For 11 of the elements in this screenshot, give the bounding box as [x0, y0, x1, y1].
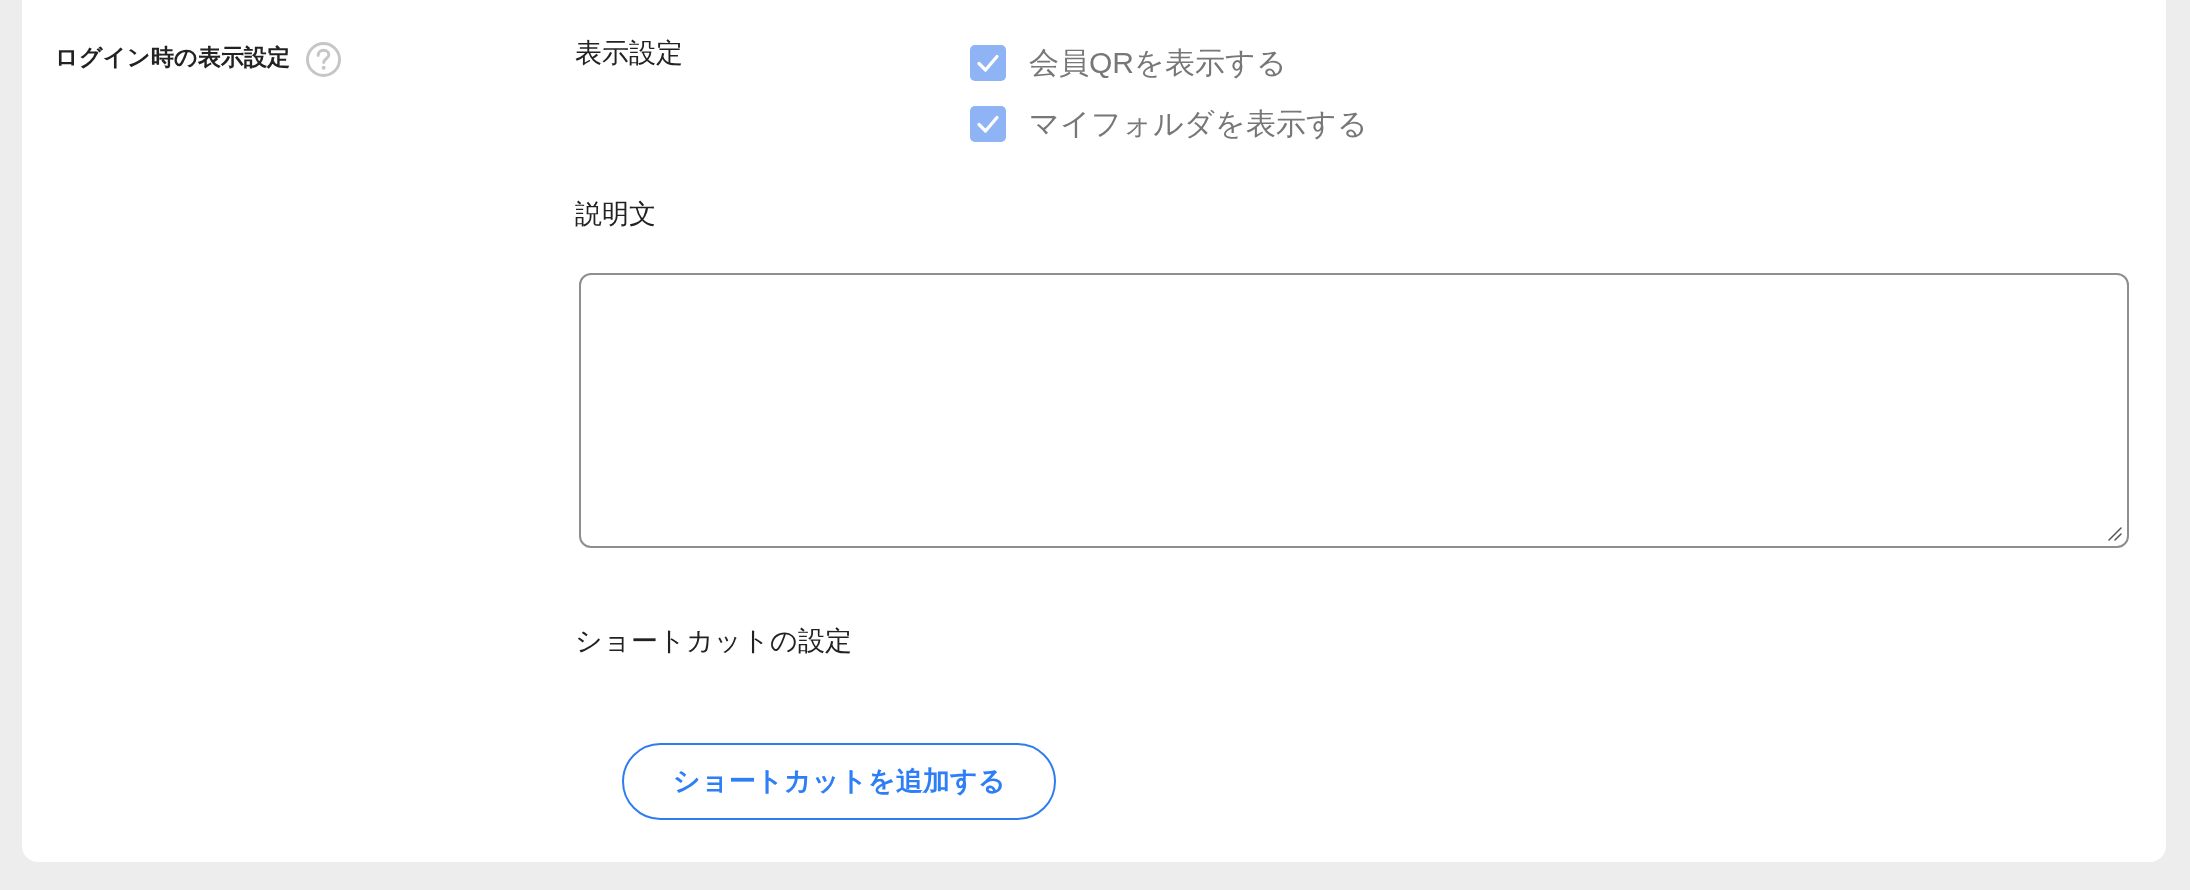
description-label: 説明文 — [575, 198, 656, 231]
add-shortcut-button[interactable]: ショートカットを追加する — [622, 743, 1056, 820]
setting-title: ログイン時の表示設定 — [55, 43, 290, 72]
help-icon[interactable] — [306, 42, 341, 77]
shortcut-settings-label: ショートカットの設定 — [575, 625, 852, 658]
display-settings-label: 表示設定 — [575, 38, 683, 68]
checkbox[interactable] — [970, 106, 1006, 142]
checkbox-label[interactable]: 会員QRを表示する — [1029, 45, 1287, 81]
checkbox-label[interactable]: マイフォルダを表示する — [1029, 106, 1368, 142]
resize-grip-icon[interactable] — [2108, 527, 2122, 541]
checkbox[interactable] — [970, 45, 1006, 81]
